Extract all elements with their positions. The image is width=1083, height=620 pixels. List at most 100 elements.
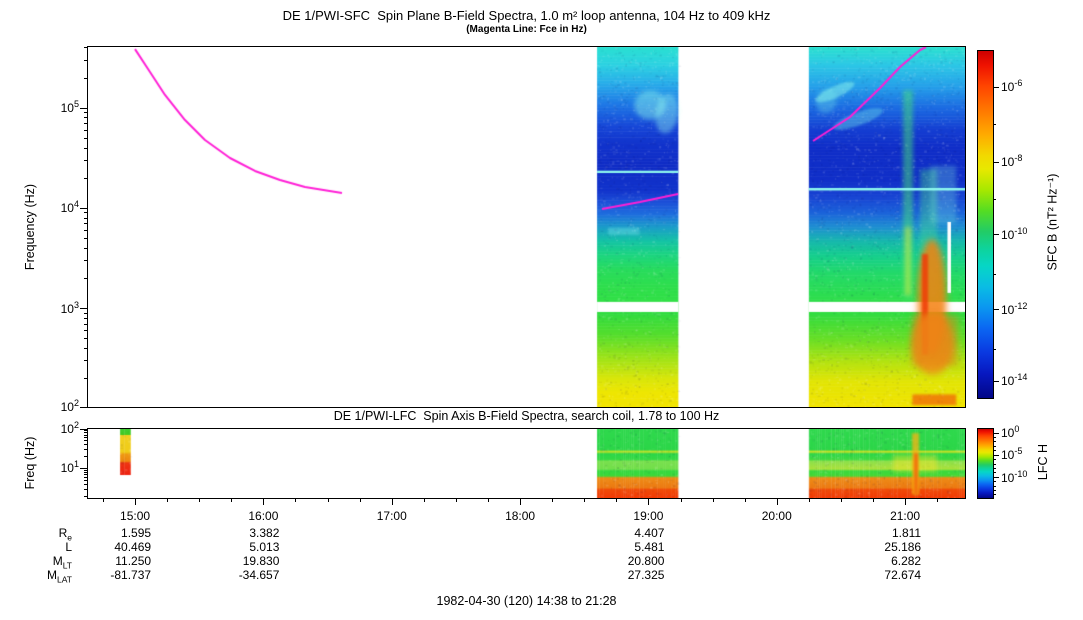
- sfc-colorbar-label: SFC B (nT² Hz⁻¹): [1045, 174, 1060, 271]
- colorbar-minor-tick: [993, 468, 996, 469]
- x-axis-minor-tick: [295, 498, 296, 502]
- lfc-spectrogram: [88, 429, 965, 498]
- y-axis-minor-tick: [84, 148, 88, 149]
- x-axis-minor-tick: [809, 498, 810, 502]
- x-axis-time-label: 17:00: [367, 509, 417, 523]
- sfc-colorbar: [977, 50, 994, 399]
- ephemeris-value: 6.282: [851, 554, 921, 568]
- y-axis-minor-tick: [84, 212, 88, 213]
- x-axis-time-label: 21:00: [880, 509, 930, 523]
- y-axis-minor-tick: [84, 437, 88, 438]
- y-axis-minor-tick: [84, 430, 88, 431]
- colorbar-tick-label: 100: [1001, 424, 1045, 440]
- colorbar-tick: [993, 477, 999, 478]
- y-axis-minor-tick: [84, 60, 88, 61]
- colorbar-minor-tick: [993, 274, 996, 275]
- ephemeris-value: 11.250: [81, 554, 151, 568]
- y-axis-tick-label: 102: [35, 420, 79, 436]
- x-axis-time-label: 20:00: [752, 509, 802, 523]
- y-axis-minor-tick: [84, 324, 88, 325]
- ephemeris-value: 5.013: [209, 540, 279, 554]
- ephemeris-value: -81.737: [81, 568, 151, 582]
- ephemeris-value: -34.657: [209, 568, 279, 582]
- colorbar-minor-tick: [993, 494, 996, 495]
- x-axis-minor-tick: [231, 498, 232, 502]
- y-axis-minor-tick: [84, 432, 88, 433]
- y-axis-minor-tick: [84, 123, 88, 124]
- y-axis-major-tick: [80, 308, 88, 309]
- y-axis-minor-tick: [84, 496, 88, 497]
- colorbar-tick-label: 10-8: [1001, 153, 1045, 169]
- x-axis-minor-tick: [616, 498, 617, 502]
- ephemeris-value: 27.325: [594, 568, 664, 582]
- ephemeris-value: 1.595: [81, 526, 151, 540]
- colorbar-tick: [993, 309, 999, 310]
- y-axis-minor-tick: [84, 435, 88, 436]
- x-axis-minor-tick: [937, 498, 938, 502]
- y-axis-minor-tick: [84, 130, 88, 131]
- colorbar-minor-tick: [993, 486, 996, 487]
- y-axis-minor-tick: [84, 260, 88, 261]
- ephemeris-value: 40.469: [81, 540, 151, 554]
- colorbar-minor-tick: [993, 441, 996, 442]
- x-axis-minor-tick: [456, 498, 457, 502]
- x-axis-minor-tick: [488, 498, 489, 502]
- y-axis-minor-tick: [84, 248, 88, 249]
- y-axis-tick-label: 101: [35, 459, 79, 475]
- colorbar-tick: [993, 234, 999, 235]
- y-axis-minor-tick: [84, 330, 88, 331]
- sfc-ylabel: Frequency (Hz): [23, 184, 37, 270]
- colorbar-tick-label: 10-12: [1001, 301, 1045, 317]
- ephemeris-value: 19.830: [209, 554, 279, 568]
- x-axis-minor-tick: [713, 498, 714, 502]
- colorbar-tick-label: 10-10: [1001, 226, 1045, 242]
- x-axis-minor-tick: [745, 498, 746, 502]
- colorbar-tick: [993, 433, 999, 434]
- colorbar-minor-tick: [993, 450, 996, 451]
- x-axis-minor-tick: [103, 498, 104, 502]
- y-axis-tick-label: 103: [35, 300, 79, 316]
- colorbar-minor-tick: [993, 472, 996, 473]
- sfc-spectrogram: [88, 47, 965, 407]
- x-axis-major-tick: [520, 498, 521, 505]
- x-axis-minor-tick: [552, 498, 553, 502]
- x-axis-minor-tick: [584, 498, 585, 502]
- y-axis-minor-tick: [84, 47, 88, 48]
- x-axis-time-label: 18:00: [495, 509, 545, 523]
- x-axis-major-tick: [648, 498, 649, 505]
- y-axis-minor-tick: [84, 440, 88, 441]
- colorbar-minor-tick: [993, 490, 996, 491]
- x-axis-major-tick: [135, 498, 136, 505]
- y-axis-major-tick: [80, 407, 88, 408]
- y-axis-minor-tick: [84, 338, 88, 339]
- ephemeris-value: 4.407: [594, 526, 664, 540]
- y-axis-minor-tick: [84, 238, 88, 239]
- colorbar-tick: [993, 381, 999, 382]
- y-axis-minor-tick: [84, 112, 88, 113]
- x-axis-minor-tick: [681, 498, 682, 502]
- lfc-plot-area: [87, 428, 966, 499]
- colorbar-minor-tick: [993, 349, 996, 350]
- y-axis-minor-tick: [84, 313, 88, 314]
- sfc-plot-area: [87, 46, 966, 408]
- x-axis-minor-tick: [199, 498, 200, 502]
- x-axis-minor-tick: [167, 498, 168, 502]
- y-axis-major-tick: [80, 108, 88, 109]
- ephemeris-value: 25.186: [851, 540, 921, 554]
- ephemeris-value: 1.811: [851, 526, 921, 540]
- colorbar-minor-tick: [993, 124, 996, 125]
- y-axis-minor-tick: [84, 489, 88, 490]
- colorbar-minor-tick: [993, 199, 996, 200]
- ephemeris-value: 72.674: [851, 568, 921, 582]
- colorbar-minor-tick: [993, 481, 996, 482]
- y-axis-minor-tick: [84, 117, 88, 118]
- x-axis-major-tick: [777, 498, 778, 505]
- x-axis-minor-tick: [360, 498, 361, 502]
- colorbar-tick: [993, 162, 999, 163]
- y-axis-minor-tick: [84, 477, 88, 478]
- y-axis-major-tick: [80, 208, 88, 209]
- colorbar-minor-tick: [993, 446, 996, 447]
- y-axis-minor-tick: [84, 230, 88, 231]
- y-axis-tick-label: 105: [35, 99, 79, 115]
- y-axis-minor-tick: [84, 78, 88, 79]
